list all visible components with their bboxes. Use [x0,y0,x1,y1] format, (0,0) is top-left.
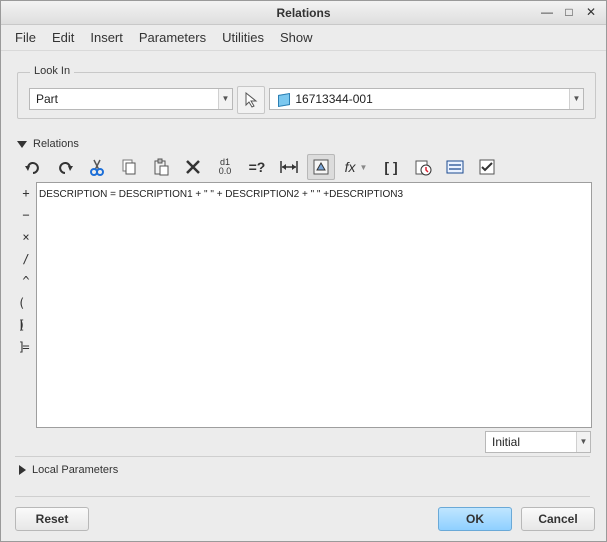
chevron-down-icon[interactable]: ▼ [359,163,367,172]
triangle-right-icon [19,465,26,475]
footer-divider [15,496,590,497]
title-bar[interactable]: Relations — □ ✕ [1,1,606,25]
delete-icon[interactable] [179,154,207,180]
menu-file[interactable]: File [7,30,44,45]
parentheses-operator-button[interactable]: ( ) [18,292,34,332]
ok-button[interactable]: OK [438,507,512,531]
evaluate-icon[interactable]: =? [243,154,271,180]
multiply-operator-button[interactable]: × [22,226,29,248]
relations-editor[interactable]: DESCRIPTION = DESCRIPTION1 + " " + DESCR… [36,182,592,428]
local-parameters-label: Local Parameters [32,464,119,476]
insert-dimension-icon[interactable] [275,154,303,180]
function-icon[interactable]: fx ▼ [339,154,373,180]
paste-icon[interactable] [147,154,175,180]
initial-value: Initial [492,435,521,449]
look-in-type-value: Part [36,92,59,106]
operator-bar: + − × / ^ ( ) [ ] = [18,182,34,358]
switch-dims-bottom: 0.0 [218,166,232,176]
plus-operator-button[interactable]: + [22,182,29,204]
brackets-label: [ ] [384,159,398,175]
arrow-cursor-icon [245,92,258,108]
menu-edit[interactable]: Edit [44,30,82,45]
triangle-down-icon [17,140,27,148]
divide-operator-button[interactable]: / [22,248,29,270]
reset-button[interactable]: Reset [15,507,89,531]
cancel-button[interactable]: Cancel [521,507,595,531]
equals-operator-button[interactable]: = [22,336,29,358]
relations-section-label: Relations [33,138,79,150]
cut-icon[interactable] [83,154,111,180]
relations-dialog: Relations — □ ✕ File Edit Insert Paramet… [0,0,607,542]
menu-insert[interactable]: Insert [82,30,131,45]
copy-icon[interactable] [115,154,143,180]
undo-icon[interactable] [19,154,47,180]
brackets-icon[interactable]: [ ] [377,154,405,180]
evaluate-label: =? [248,159,266,175]
look-in-model-select[interactable]: 16713344-001 ▼ [269,88,584,110]
look-in-legend: Look In [30,65,75,77]
sort-icon[interactable] [307,154,335,180]
minus-operator-button[interactable]: − [22,204,29,226]
chevron-down-icon[interactable]: ▼ [569,89,583,109]
redo-icon[interactable] [51,154,79,180]
section-divider [15,456,590,457]
chevron-down-icon[interactable]: ▼ [218,89,232,109]
pick-model-button[interactable] [237,86,265,114]
window-controls: — □ ✕ [540,5,598,19]
menu-show[interactable]: Show [272,30,321,45]
relations-section-toggle[interactable]: Relations [17,138,79,150]
switch-dimensions-icon[interactable]: d1 0.0 [211,154,239,180]
look-in-type-select[interactable]: Part ▼ [29,88,233,110]
minimize-icon[interactable]: — [540,5,554,19]
units-icon[interactable] [441,154,469,180]
part-icon [278,92,290,107]
relations-toolbar: d1 0.0 =? fx ▼ [ ] [19,153,501,181]
look-in-model-value: 16713344-001 [295,92,373,106]
maximize-icon[interactable]: □ [562,5,576,19]
local-parameters-toggle[interactable]: Local Parameters [19,464,118,476]
dialog-title: Relations [276,6,331,20]
verify-icon[interactable] [409,154,437,180]
initial-select[interactable]: Initial ▼ [485,431,591,453]
check-icon[interactable] [473,154,501,180]
menu-bar: File Edit Insert Parameters Utilities Sh… [1,25,606,51]
brackets-operator-button[interactable]: [ ] [18,314,34,354]
menu-utilities[interactable]: Utilities [214,30,272,45]
close-icon[interactable]: ✕ [584,5,598,19]
power-operator-button[interactable]: ^ [22,270,29,292]
function-label: fx [344,159,356,175]
menu-parameters[interactable]: Parameters [131,30,214,45]
chevron-down-icon[interactable]: ▼ [576,432,590,452]
